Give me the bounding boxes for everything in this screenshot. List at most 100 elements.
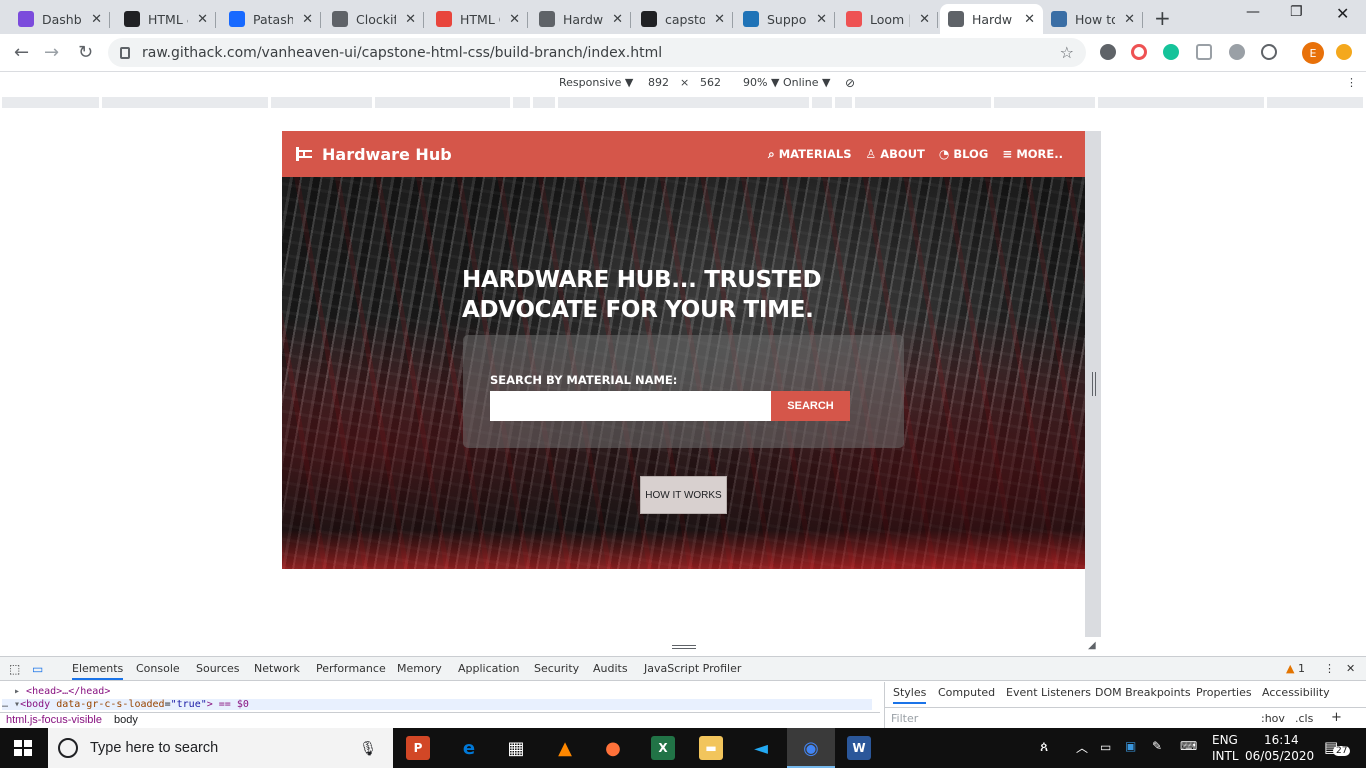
- clock-date[interactable]: 06/05/2020: [1245, 749, 1314, 763]
- browser-tab[interactable]: Hardwa ✕: [531, 4, 631, 34]
- rotate-icon[interactable]: ⊘: [845, 76, 855, 90]
- minimize-button[interactable]: —: [1246, 4, 1260, 20]
- firefox-icon[interactable]: ●: [601, 736, 625, 760]
- devtools-tab-audits[interactable]: Audits: [593, 662, 628, 675]
- profile-avatar[interactable]: E: [1302, 42, 1324, 64]
- nav-link-materials[interactable]: ⌕ MATERIALS: [768, 147, 852, 162]
- people-icon[interactable]: ጰ: [1040, 739, 1048, 755]
- close-tab-icon[interactable]: ✕: [919, 12, 930, 27]
- breadcrumb-body[interactable]: body: [114, 714, 138, 726]
- clock-time[interactable]: 16:14: [1264, 733, 1299, 747]
- styles-subtab-computed[interactable]: Computed: [938, 686, 995, 699]
- language-code[interactable]: ENG: [1212, 733, 1238, 747]
- chrome-icon[interactable]: ◉: [799, 736, 823, 760]
- styles-subtab-dom-breakpoints[interactable]: DOM Breakpoints: [1095, 686, 1191, 699]
- zoom-select[interactable]: 90% ▼: [743, 76, 779, 89]
- powerpoint-icon[interactable]: P: [406, 736, 430, 760]
- close-tab-icon[interactable]: ✕: [714, 12, 725, 27]
- taskbar-search-box[interactable]: Type here to search 🎙: [48, 728, 393, 768]
- browser-tab[interactable]: Dashbo ✕: [10, 4, 110, 34]
- address-bar[interactable]: raw.githack.com/vanheaven-ui/capstone-ht…: [108, 38, 1086, 67]
- devtools-tab-security[interactable]: Security: [534, 662, 579, 675]
- device-menu-icon[interactable]: ⋮: [1346, 76, 1357, 89]
- how-it-works-button[interactable]: HOW IT WORKS: [640, 476, 727, 514]
- devtools-tab-elements[interactable]: Elements: [72, 662, 124, 680]
- battery-icon[interactable]: ▭: [1100, 740, 1111, 754]
- device-mode-select[interactable]: Responsive ▼: [559, 76, 633, 89]
- close-tab-icon[interactable]: ✕: [1024, 12, 1035, 27]
- device-width-input[interactable]: 892: [648, 76, 669, 89]
- word-icon[interactable]: W: [847, 736, 871, 760]
- back-button[interactable]: ←: [14, 42, 29, 63]
- maximize-button[interactable]: ❐: [1290, 4, 1303, 20]
- styles-filter-input[interactable]: Filter :hov .cls +: [885, 707, 1366, 727]
- styles-subtab-styles[interactable]: Styles: [893, 686, 927, 704]
- styles-subtab-properties[interactable]: Properties: [1196, 686, 1252, 699]
- devtools-tab-performance[interactable]: Performance: [316, 662, 386, 675]
- search-button[interactable]: SEARCH: [771, 391, 850, 421]
- device-toggle-icon[interactable]: ▭: [32, 662, 43, 676]
- close-tab-icon[interactable]: ✕: [816, 12, 827, 27]
- browser-tab[interactable]: Clockif ✕: [324, 4, 424, 34]
- nav-link-blog[interactable]: ◔ BLOG: [939, 147, 988, 162]
- browser-tab[interactable]: How to ✕: [1043, 4, 1143, 34]
- resize-handle-bottom[interactable]: [672, 645, 696, 649]
- vscode-icon[interactable]: ◄: [749, 736, 773, 760]
- file-explorer-icon[interactable]: ▬: [699, 736, 723, 760]
- grammarly-extension-icon[interactable]: [1163, 44, 1179, 60]
- bookmark-star-icon[interactable]: ☆: [1060, 43, 1074, 62]
- keyboard-layout[interactable]: INTL: [1212, 749, 1239, 763]
- forward-button[interactable]: →: [44, 42, 59, 63]
- new-tab-button[interactable]: +: [1154, 6, 1171, 30]
- close-tab-icon[interactable]: ✕: [302, 12, 313, 27]
- close-tab-icon[interactable]: ✕: [612, 12, 623, 27]
- resize-handle-corner[interactable]: ◢: [1088, 640, 1096, 651]
- shield-extension-icon[interactable]: [1196, 44, 1212, 60]
- browser-tab[interactable]: Suppor ✕: [735, 4, 835, 34]
- extension-icon[interactable]: [1100, 44, 1116, 60]
- nav-link-about[interactable]: ♙ ABOUT: [865, 147, 924, 162]
- store-icon[interactable]: ▦: [504, 736, 528, 760]
- excel-icon[interactable]: X: [651, 736, 675, 760]
- material-search-input[interactable]: [490, 391, 772, 421]
- close-tab-icon[interactable]: ✕: [91, 12, 102, 27]
- devtools-tab-application[interactable]: Application: [458, 662, 519, 675]
- tray-chevron-icon[interactable]: ︿: [1076, 739, 1088, 756]
- device-height-input[interactable]: 562: [700, 76, 721, 89]
- browser-tab[interactable]: Loom | ✕: [838, 4, 938, 34]
- windows-start-icon[interactable]: [14, 740, 32, 756]
- close-tab-icon[interactable]: ✕: [1124, 12, 1135, 27]
- devtools-tab-sources[interactable]: Sources: [196, 662, 240, 675]
- browser-tab[interactable]: Hardwa ✕: [940, 4, 1043, 34]
- close-tab-icon[interactable]: ✕: [197, 12, 208, 27]
- devtools-tab-network[interactable]: Network: [254, 662, 300, 675]
- browser-tab[interactable]: HTML & ✕: [116, 4, 216, 34]
- browser-tab[interactable]: capsto ✕: [633, 4, 733, 34]
- clockify-extension-icon[interactable]: [1261, 44, 1277, 60]
- notification-extension-icon[interactable]: [1336, 44, 1352, 60]
- devtools-tab-memory[interactable]: Memory: [397, 662, 442, 675]
- loom-extension-icon[interactable]: [1131, 44, 1147, 60]
- extension-badge-icon[interactable]: [1229, 44, 1245, 60]
- site-logo[interactable]: Hardware Hub: [296, 145, 452, 164]
- throttle-select[interactable]: Online ▼: [783, 76, 830, 89]
- resize-handle-right[interactable]: [1092, 372, 1096, 396]
- devtools-tab-javascript-profiler[interactable]: JavaScript Profiler: [644, 662, 741, 675]
- warning-icon[interactable]: ▲: [1286, 662, 1294, 675]
- close-tab-icon[interactable]: ✕: [405, 12, 416, 27]
- keyboard-icon[interactable]: ⌨: [1180, 739, 1197, 753]
- edge-icon[interactable]: e: [457, 736, 481, 760]
- reload-button[interactable]: ↻: [78, 42, 93, 63]
- devtools-menu-icon[interactable]: ⋮: [1324, 662, 1335, 675]
- vlc-icon[interactable]: ▲: [553, 736, 577, 760]
- hover-state-toggle[interactable]: :hov: [1261, 712, 1285, 725]
- nav-link-more[interactable]: ≡ MORE..: [1002, 147, 1063, 162]
- inspect-element-icon[interactable]: ⬚: [9, 662, 20, 676]
- warning-count[interactable]: 1: [1298, 662, 1305, 675]
- browser-tab[interactable]: HTML C ✕: [428, 4, 528, 34]
- browser-tab[interactable]: Patash ✕: [221, 4, 321, 34]
- dom-node-body[interactable]: … ▾<body data-gr-c-s-loaded="true"> == $…: [2, 699, 872, 710]
- pen-icon[interactable]: ✎: [1152, 739, 1162, 753]
- new-rule-icon[interactable]: +: [1331, 710, 1342, 725]
- devtools-tab-console[interactable]: Console: [136, 662, 180, 675]
